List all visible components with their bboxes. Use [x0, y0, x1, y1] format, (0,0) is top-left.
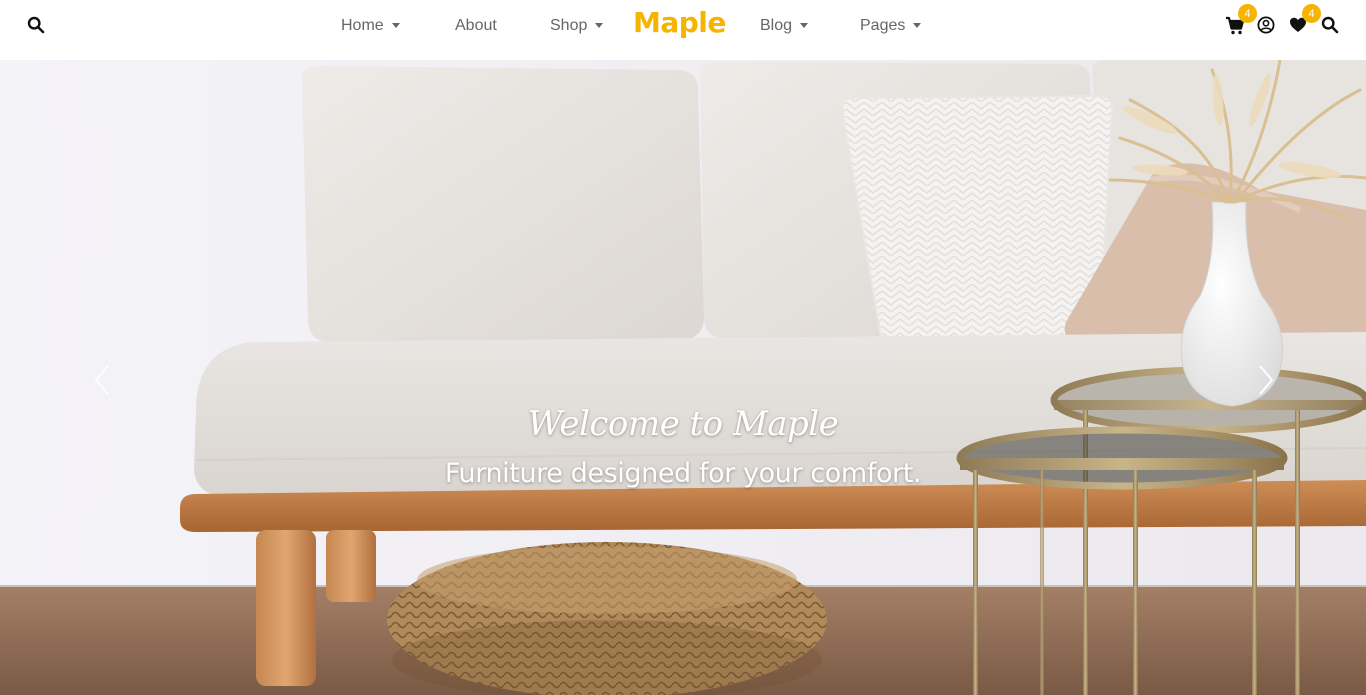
search-icon: [1321, 16, 1339, 34]
user-icon: [1257, 16, 1275, 34]
nav-home-label: Home: [341, 17, 384, 34]
chevron-down-icon: [800, 22, 809, 28]
header-search-button[interactable]: [1321, 16, 1341, 36]
carousel-next-button[interactable]: [1250, 360, 1280, 400]
wishlist-button[interactable]: 4: [1289, 4, 1321, 36]
nav-shop-label: Shop: [550, 17, 588, 34]
wishlist-count-badge: 4: [1302, 4, 1321, 23]
hero-subtitle: Furniture designed for your comfort.: [444, 458, 922, 489]
nav-about[interactable]: About: [455, 16, 497, 36]
nav-blog[interactable]: Blog: [760, 16, 809, 36]
site-header: Home About Shop Maple Blog Pages 4 4: [0, 0, 1366, 60]
cart-button[interactable]: 4: [1225, 4, 1257, 36]
nav-pages[interactable]: Pages: [860, 16, 922, 36]
nav-home[interactable]: Home: [341, 16, 400, 36]
cart-count-badge: 4: [1238, 4, 1257, 23]
nav-about-label: About: [455, 17, 497, 34]
account-button[interactable]: [1257, 16, 1277, 36]
chevron-down-icon: [595, 22, 604, 28]
hero-carousel: Welcome to Maple Furniture designed for …: [0, 60, 1366, 695]
chevron-down-icon: [391, 22, 400, 28]
chevron-right-icon: [1259, 365, 1274, 395]
nav-shop[interactable]: Shop: [550, 16, 604, 36]
hero-title: Welcome to Maple: [527, 404, 839, 444]
hero-image: [0, 60, 1366, 695]
chevron-left-icon: [94, 365, 109, 395]
site-logo[interactable]: Maple: [633, 6, 726, 46]
carousel-prev-button[interactable]: [88, 360, 118, 400]
main-nav: Home About Shop Maple Blog Pages: [0, 0, 1366, 60]
nav-blog-label: Blog: [760, 17, 793, 34]
chevron-down-icon: [913, 22, 922, 28]
nav-pages-label: Pages: [860, 17, 906, 34]
